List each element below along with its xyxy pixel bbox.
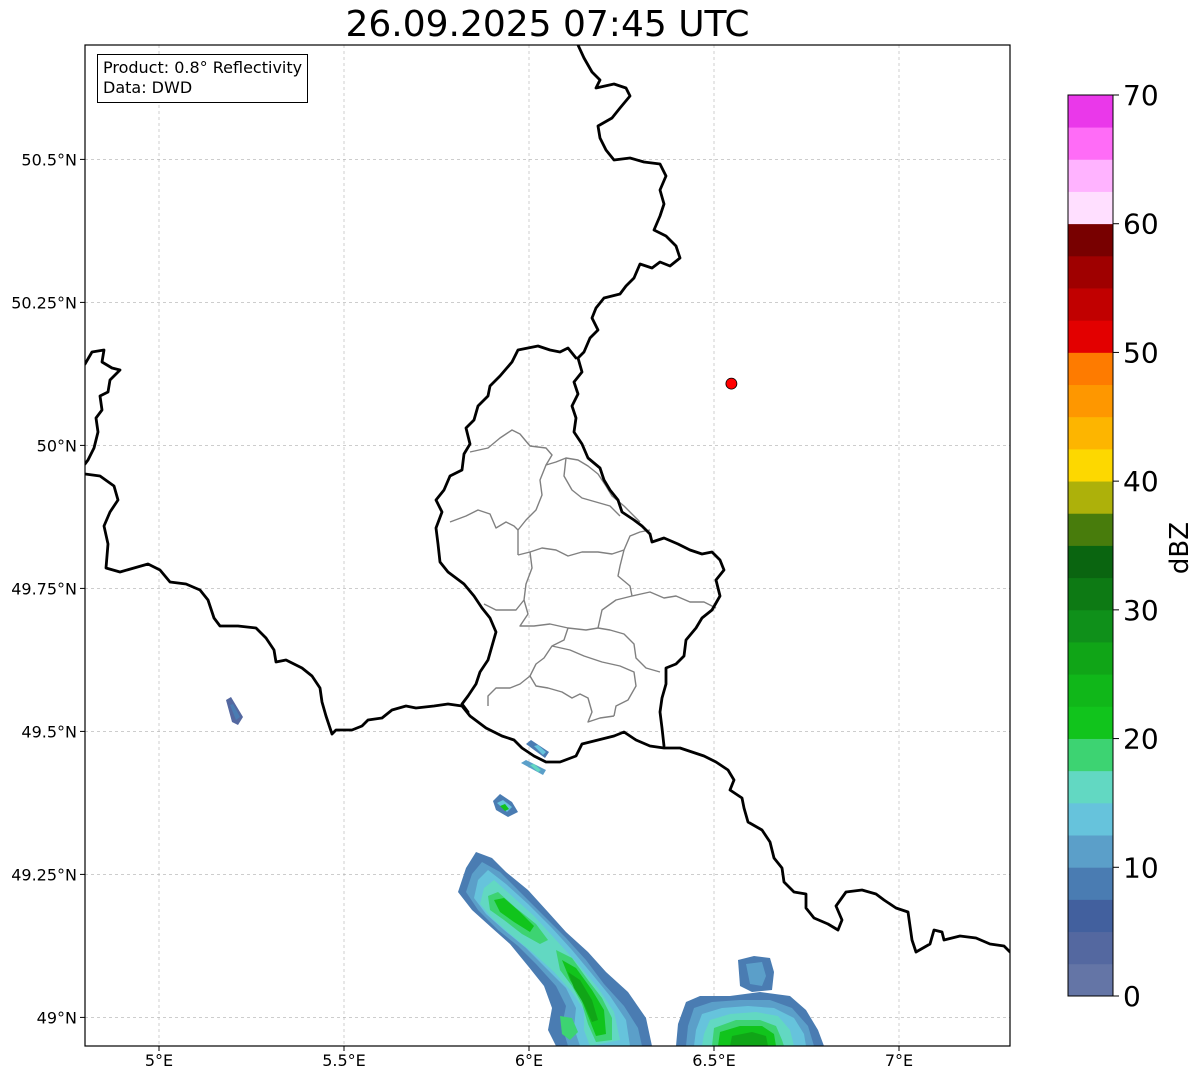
colorbar-ticks: 0 10 20 30 40 50 60 70 [1113, 79, 1159, 1013]
colorbar-segment [1068, 481, 1113, 514]
colorbar-tick-label: 0 [1123, 980, 1141, 1013]
colorbar-segment [1068, 159, 1113, 192]
colorbar-segment [1068, 770, 1113, 804]
colorbar-tick-label: 70 [1123, 79, 1159, 112]
lat-tick-label: 49°N [37, 1008, 77, 1027]
lon-tick-label: 5°E [145, 1051, 173, 1070]
lon-tick-label: 6°E [515, 1051, 543, 1070]
lon-tick-label: 7°E [885, 1051, 913, 1070]
colorbar-segment [1068, 706, 1113, 739]
colorbar-segment [1068, 255, 1113, 289]
colorbar-tick-label: 60 [1123, 208, 1159, 241]
colorbar-tick-label: 50 [1123, 336, 1159, 369]
colorbar-tick-label: 30 [1123, 594, 1159, 627]
colorbar: 0 10 20 30 40 50 60 70 dBZ [1067, 79, 1195, 1013]
colorbar-tick-label: 10 [1123, 851, 1159, 884]
lat-tick-label: 50.5°N [21, 150, 77, 169]
colorbar-segment [1068, 288, 1113, 321]
lat-tick-label: 49.75°N [11, 579, 77, 598]
colorbar-segment [1068, 127, 1113, 160]
colorbar-tick-label: 20 [1123, 723, 1159, 756]
colorbar-segment [1068, 931, 1113, 965]
colorbar-segment [1068, 835, 1113, 868]
data-source-label: Data: DWD [103, 78, 193, 97]
colorbar-segment [1068, 320, 1113, 353]
colorbar-segment [1068, 642, 1113, 675]
colorbar-segments [1068, 95, 1113, 997]
product-label: Product: 0.8° Reflectivity [103, 58, 303, 77]
colorbar-tick-label: 40 [1123, 465, 1159, 498]
lat-tick-label: 50.25°N [11, 293, 77, 312]
colorbar-segment [1068, 95, 1113, 128]
colorbar-segment [1068, 609, 1113, 643]
colorbar-segment [1068, 352, 1113, 386]
colorbar-segment [1068, 802, 1113, 836]
lat-tick-label: 49.25°N [11, 865, 77, 884]
colorbar-label: dBZ [1165, 522, 1195, 574]
colorbar-segment [1068, 899, 1113, 933]
colorbar-segment [1068, 416, 1113, 450]
map-background [85, 45, 1010, 1046]
colorbar-segment [1068, 191, 1113, 225]
colorbar-segment [1068, 545, 1113, 579]
info-box: Product: 0.8° Reflectivity Data: DWD [97, 54, 309, 103]
colorbar-segment [1068, 223, 1113, 257]
map-panel: 5°E 5.5°E 6°E 6.5°E 7°E 49°N 49.25°N 49.5°N 49.7… [11, 44, 1195, 1070]
colorbar-segment [1068, 867, 1113, 900]
colorbar-segment [1068, 738, 1113, 772]
colorbar-segment [1068, 384, 1113, 418]
colorbar-segment [1068, 577, 1113, 611]
colorbar-segment [1068, 674, 1113, 707]
lat-tick-label: 49.5°N [21, 722, 77, 741]
radar-site-marker [725, 377, 738, 390]
colorbar-segment [1068, 448, 1113, 482]
radar-map-figure: 26.09.2025 07:45 UTC 5°E 5.5°E 6°E 6.5°E… [0, 0, 1202, 1081]
colorbar-segment [1068, 963, 1113, 997]
lon-tick-label: 6.5°E [692, 1051, 736, 1070]
colorbar-segment [1068, 513, 1113, 546]
lat-tick-label: 50°N [37, 436, 77, 455]
lon-tick-label: 5.5°E [322, 1051, 366, 1070]
